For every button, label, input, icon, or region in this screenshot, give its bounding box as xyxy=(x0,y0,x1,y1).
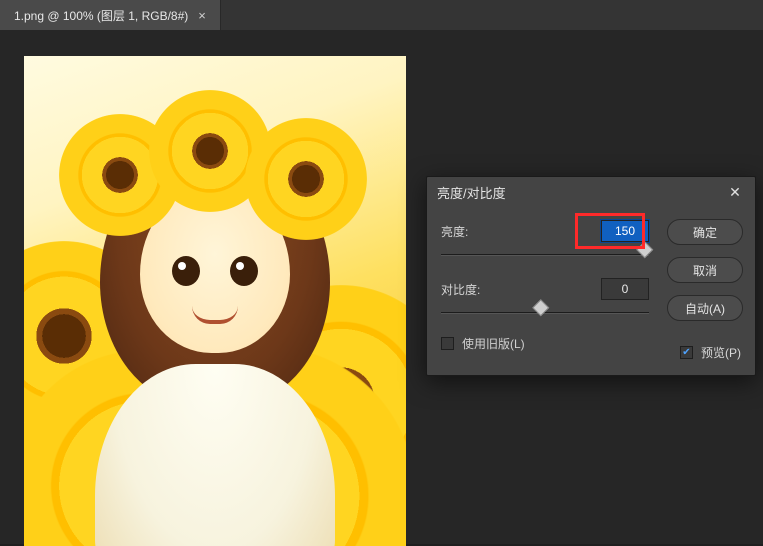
slider-track xyxy=(441,312,649,314)
document-tabbar: 1.png @ 100% (图层 1, RGB/8#) × xyxy=(0,0,763,30)
contrast-slider[interactable] xyxy=(441,305,649,321)
brightness-contrast-dialog: 亮度/对比度 ✕ 亮度: 150 对比度: 0 使用旧版(L) 确定 取消 自动… xyxy=(426,176,756,376)
checkbox-icon[interactable] xyxy=(680,346,693,359)
document-tab-title: 1.png @ 100% (图层 1, RGB/8#) xyxy=(14,7,188,24)
contrast-input[interactable]: 0 xyxy=(601,278,649,300)
document-tab[interactable]: 1.png @ 100% (图层 1, RGB/8#) × xyxy=(0,0,221,30)
brightness-slider[interactable] xyxy=(441,247,649,263)
brightness-input[interactable]: 150 xyxy=(601,220,649,242)
preview-label: 预览(P) xyxy=(701,344,741,361)
image-content xyxy=(24,56,406,546)
dialog-buttons: 确定 取消 自动(A) xyxy=(667,219,743,321)
preview-checkbox-row[interactable]: 预览(P) xyxy=(680,344,741,361)
auto-button[interactable]: 自动(A) xyxy=(667,295,743,321)
ok-button[interactable]: 确定 xyxy=(667,219,743,245)
legacy-label: 使用旧版(L) xyxy=(462,335,525,352)
slider-track xyxy=(441,254,649,256)
close-icon[interactable]: ✕ xyxy=(725,184,745,201)
contrast-label: 对比度: xyxy=(441,281,505,298)
cancel-button[interactable]: 取消 xyxy=(667,257,743,283)
dialog-title: 亮度/对比度 xyxy=(437,183,506,202)
close-icon[interactable]: × xyxy=(198,8,206,23)
dialog-titlebar[interactable]: 亮度/对比度 ✕ xyxy=(427,177,755,207)
brightness-label: 亮度: xyxy=(441,223,505,240)
checkbox-icon[interactable] xyxy=(441,337,454,350)
document-canvas[interactable] xyxy=(24,56,406,546)
